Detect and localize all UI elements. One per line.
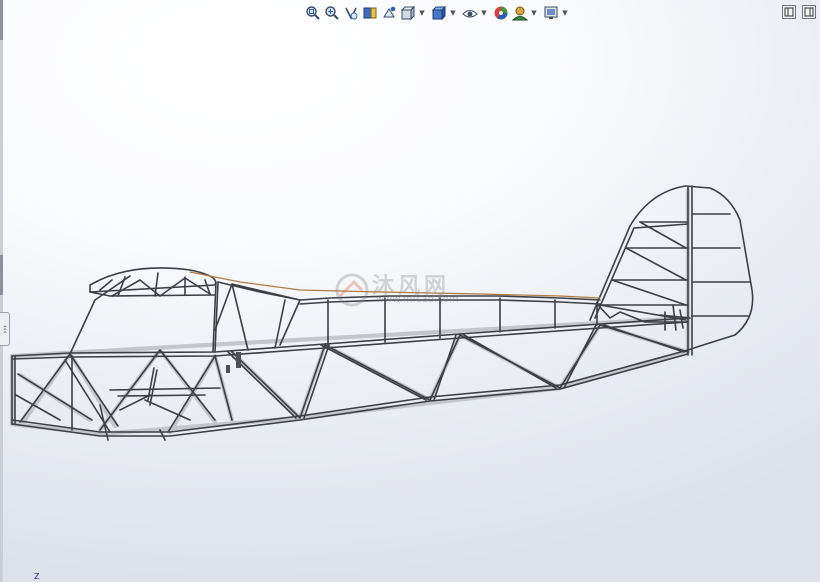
triad-axis-label: Z [34, 572, 40, 581]
frame-tube-shading [9, 187, 691, 437]
fuselage-frame-model[interactable] [0, 0, 820, 582]
top-stringer [189, 271, 601, 299]
